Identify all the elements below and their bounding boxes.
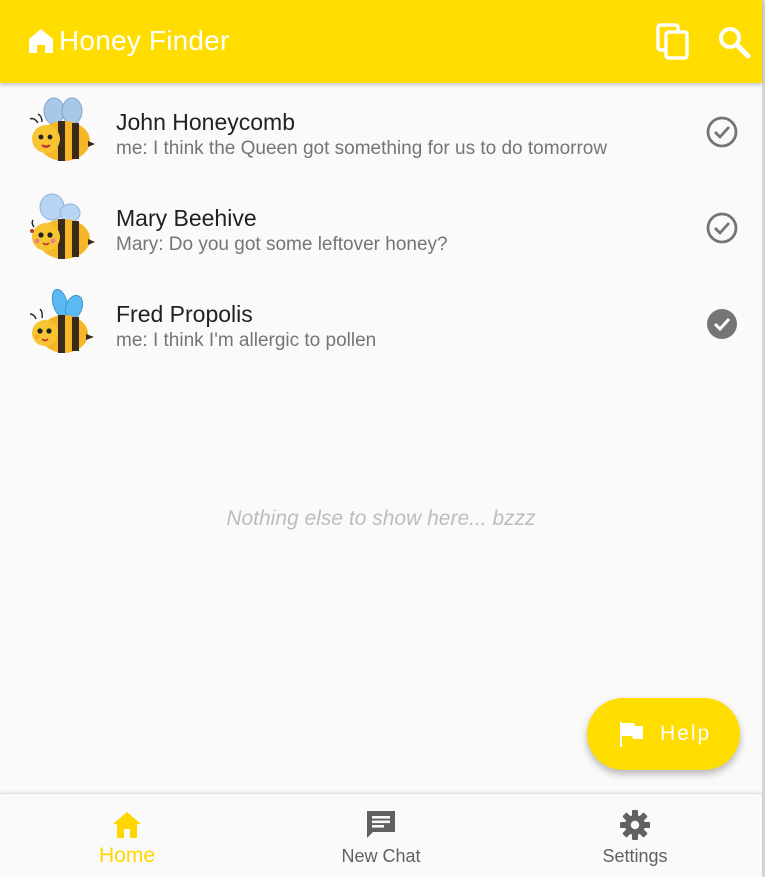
chat-list-item[interactable]: Fred Propolis me: I think I'm allergic t… <box>0 275 762 371</box>
home-icon <box>29 29 53 53</box>
search-icon[interactable] <box>716 24 752 60</box>
chat-list-item[interactable]: John Honeycomb me: I think the Queen got… <box>0 83 762 179</box>
nav-label-settings: Settings <box>602 846 668 866</box>
help-button-label: Help <box>660 722 712 745</box>
contact-name: John Honeycomb <box>116 109 295 135</box>
message-preview: me: I think I'm allergic to pollen <box>116 330 377 351</box>
app-bar: Honey Finder <box>0 0 762 83</box>
copy-icon[interactable] <box>655 23 691 61</box>
message-preview: Mary: Do you got some leftover honey? <box>116 234 448 255</box>
nav-item-new-chat[interactable]: New Chat <box>254 794 508 877</box>
bottom-navigation: Home New Chat Settings <box>0 793 762 877</box>
home-icon <box>113 812 141 838</box>
bee-avatar <box>29 289 94 353</box>
app-screen: Honey Finder John Honeycomb me: I think … <box>0 0 765 877</box>
empty-state-message: Nothing else to show here... bzzz <box>226 507 536 530</box>
nav-item-settings[interactable]: Settings <box>508 794 762 877</box>
app-title: Honey Finder <box>59 25 230 56</box>
help-button[interactable]: Help <box>587 698 740 770</box>
nav-label-home: Home <box>98 844 156 867</box>
contact-name: Fred Propolis <box>116 301 253 327</box>
check-circle-filled-icon <box>707 309 737 339</box>
nav-label-new-chat: New Chat <box>341 846 421 866</box>
check-circle-outline-icon <box>706 212 738 244</box>
chat-icon <box>367 811 395 838</box>
check-circle-outline-icon <box>706 116 738 148</box>
bee-avatar <box>29 97 95 161</box>
bee-avatar <box>30 193 95 259</box>
chat-list-item[interactable]: Mary Beehive Mary: Do you got some lefto… <box>0 179 762 275</box>
contact-name: Mary Beehive <box>116 205 257 231</box>
chat-list: John Honeycomb me: I think the Queen got… <box>0 83 762 371</box>
flag-icon <box>620 722 643 747</box>
nav-item-home[interactable]: Home <box>0 794 254 877</box>
gear-icon <box>620 810 650 840</box>
message-preview: me: I think the Queen got something for … <box>116 138 608 159</box>
